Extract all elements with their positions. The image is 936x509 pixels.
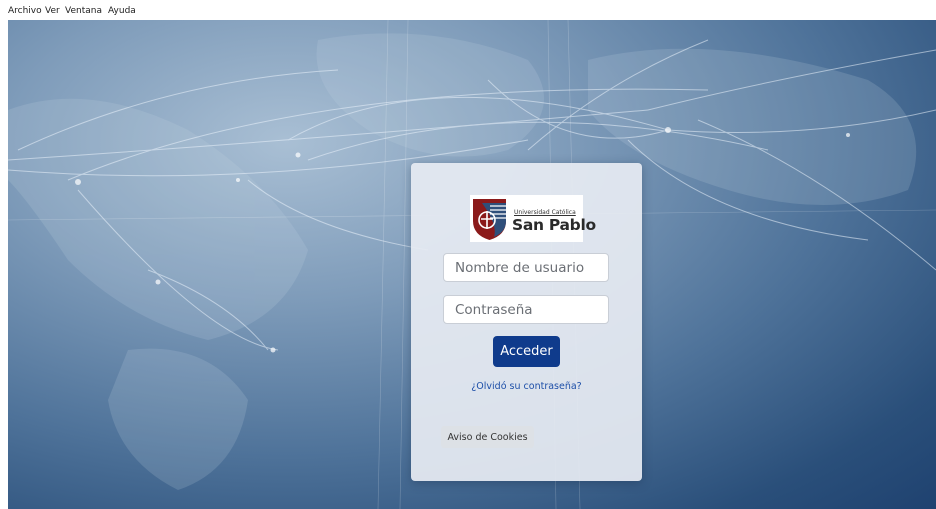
university-logo: Universidad Católica San Pablo [470,195,596,242]
menu-ayuda[interactable]: Ayuda [108,6,136,16]
menu-archivo[interactable]: Archivo [8,6,42,16]
shield-logo-icon [473,199,506,240]
login-button[interactable]: Acceder [493,336,560,367]
login-card: Universidad Católica San Pablo Acceder ¿… [411,163,642,481]
menu-ventana[interactable]: Ventana [65,6,102,16]
password-input[interactable] [444,296,608,323]
username-field[interactable] [443,253,609,282]
username-input[interactable] [444,254,608,281]
menu-ver[interactable]: Ver [45,6,60,16]
logo-university-text: Universidad Católica [514,209,576,216]
password-field[interactable] [443,295,609,324]
cookies-notice-button[interactable]: Aviso de Cookies [441,426,534,448]
world-map-background: Universidad Católica San Pablo Acceder ¿… [8,20,936,509]
logo-san-pablo-text: San Pablo [512,216,596,234]
forgot-password-link[interactable]: ¿Olvidó su contraseña? [411,381,642,392]
menu-bar: Archivo Ver Ventana Ayuda [0,0,936,20]
